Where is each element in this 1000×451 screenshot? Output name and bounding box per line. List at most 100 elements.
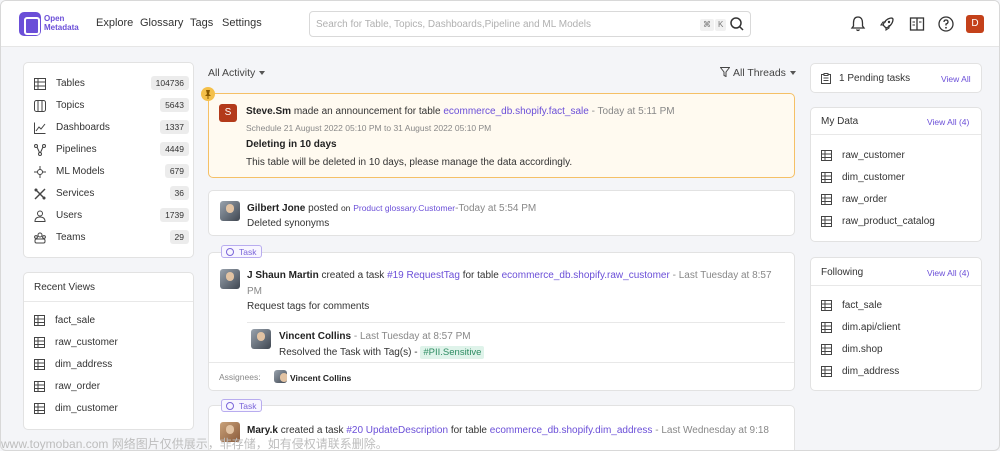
avatar[interactable] <box>220 201 240 221</box>
threads-filter-dropdown[interactable]: All Threads <box>719 67 796 79</box>
table-icon <box>34 315 45 326</box>
post-time: -Today at 5:54 PM <box>455 203 537 214</box>
table-icon <box>821 300 832 311</box>
pipeline-icon <box>34 144 46 156</box>
help-icon[interactable] <box>937 15 955 33</box>
table-icon <box>821 216 832 227</box>
logo-text: Open Metadata <box>44 14 79 32</box>
stat-count: 29 <box>169 230 189 244</box>
my-data-label: raw_order <box>842 194 888 205</box>
book-icon[interactable] <box>908 15 926 33</box>
stat-label: ML Models <box>56 166 105 177</box>
my-data-view-all-link[interactable]: View All (4) <box>927 117 969 127</box>
post-user[interactable]: Gilbert Jone <box>247 203 305 214</box>
post-action: posted <box>308 203 339 214</box>
services-icon <box>34 188 46 200</box>
stat-count: 4449 <box>160 142 189 156</box>
nav-tags[interactable]: Tags <box>190 17 213 29</box>
stat-row-services[interactable]: Services 36 <box>34 185 189 203</box>
stat-label: Tables <box>56 78 85 89</box>
announcement-entity-link[interactable]: ecommerce_db.shopify.fact_sale <box>443 106 588 117</box>
stat-row-teams[interactable]: Teams 29 <box>34 229 189 247</box>
task-card: J Shaun Martin created a task #19 Reques… <box>208 252 795 391</box>
announcement-card: S Steve.Sm made an announcement for tabl… <box>208 93 795 178</box>
avatar[interactable] <box>251 329 271 349</box>
stat-row-pipelines[interactable]: Pipelines 4449 <box>34 141 189 159</box>
nav-explore[interactable]: Explore <box>96 17 133 29</box>
activity-filter-dropdown[interactable]: All Activity <box>208 67 266 79</box>
divider <box>209 362 794 363</box>
user-avatar[interactable]: D <box>966 15 984 33</box>
announcement-schedule: Schedule 21 August 2022 05:10 PM to 31 A… <box>246 123 492 133</box>
announcement-action: made an announcement for table <box>293 106 441 117</box>
avatar[interactable] <box>274 370 287 383</box>
chevron-down-icon <box>789 71 796 76</box>
my-data-title: My Data <box>821 116 859 127</box>
post-body: Deleted synonyms <box>247 218 330 229</box>
shortcut-cmd-key: ⌘ <box>700 19 714 31</box>
task-for-table: for table <box>450 425 487 436</box>
search-input[interactable] <box>316 16 686 32</box>
stat-label: Users <box>56 210 83 221</box>
task-user[interactable]: J Shaun Martin <box>247 270 319 281</box>
reply-time: - Last Tuesday at 8:57 PM <box>353 331 471 342</box>
stat-label: Topics <box>56 100 85 111</box>
announcement-pin-icon <box>201 87 215 101</box>
post-entity-link[interactable]: Product glossary.Customer <box>353 203 455 213</box>
announcement-user[interactable]: Steve.Sm <box>246 106 291 117</box>
nav-settings[interactable]: Settings <box>222 17 262 29</box>
task-badge: Task <box>221 245 263 258</box>
reply-user[interactable]: Vincent Collins <box>279 331 351 342</box>
assignee-name[interactable]: Vincent Collins <box>290 373 351 383</box>
pending-view-all-link[interactable]: View All <box>941 74 971 84</box>
task-entity-link[interactable]: ecommerce_db.shopify.raw_customer <box>502 270 670 281</box>
top-navbar: Open Metadata Explore Glossary Tags Sett… <box>1 1 999 47</box>
app-window: Open Metadata Explore Glossary Tags Sett… <box>0 0 1000 451</box>
search-icon <box>730 17 744 31</box>
pending-tasks-label: 1 Pending tasks <box>839 73 911 84</box>
stat-count: 36 <box>169 186 189 200</box>
following-card: Following View All (4) fact_sale dim.api… <box>810 257 982 391</box>
task-entity-link[interactable]: ecommerce_db.shopify.dim_address <box>490 425 653 436</box>
reply-text: Resolved the Task with Tag(s) - <box>279 347 418 358</box>
table-icon <box>34 78 46 90</box>
rocket-icon[interactable] <box>878 15 896 33</box>
task-link[interactable]: #19 RequestTag <box>387 270 460 281</box>
bell-icon[interactable] <box>849 15 867 33</box>
clipboard-icon <box>821 73 831 84</box>
stat-count: 104736 <box>150 76 189 90</box>
following-view-all-link[interactable]: View All (4) <box>927 268 969 278</box>
task-header: J Shaun Martin created a task #19 Reques… <box>247 270 772 281</box>
announcement-body: This table will be deleted in 10 days, p… <box>246 157 573 168</box>
stat-row-ml-models[interactable]: ML Models 679 <box>34 163 189 181</box>
search-button[interactable] <box>724 12 750 36</box>
avatar[interactable]: S <box>219 104 237 122</box>
teams-icon <box>34 232 46 244</box>
following-label: dim.shop <box>842 344 883 355</box>
reply-header: Vincent Collins - Last Tuesday at 8:57 P… <box>279 331 471 342</box>
activity-filter-label: All Activity <box>208 67 256 79</box>
task-check-icon <box>226 248 234 256</box>
recent-view-label: dim_customer <box>55 403 118 414</box>
following-label: fact_sale <box>842 300 883 311</box>
nav-glossary[interactable]: Glossary <box>140 17 183 29</box>
threads-filter-label: All Threads <box>733 67 786 79</box>
tag-badge[interactable]: #PII.Sensitive <box>420 346 485 359</box>
stat-row-tables[interactable]: Tables 104736 <box>34 75 189 93</box>
stat-row-topics[interactable]: Topics 5643 <box>34 97 189 115</box>
openmetadata-logo-icon[interactable] <box>19 12 41 36</box>
table-icon <box>34 403 45 414</box>
stat-row-users[interactable]: Users 1739 <box>34 207 189 225</box>
avatar[interactable] <box>220 269 240 289</box>
my-data-card: My Data View All (4) raw_customer dim_cu… <box>810 107 982 242</box>
filter-icon <box>719 67 731 78</box>
table-icon <box>821 150 832 161</box>
task-badge: Task <box>221 399 263 412</box>
stat-count: 1337 <box>160 120 189 134</box>
task-body: Request tags for comments <box>247 301 370 312</box>
user-icon <box>34 210 46 222</box>
stat-row-dashboards[interactable]: Dashboards 1337 <box>34 119 189 137</box>
stat-count: 1739 <box>160 208 189 222</box>
table-icon <box>34 359 45 370</box>
entity-stats-card: Tables 104736 Topics 5643 Dashboards 133… <box>23 62 194 258</box>
